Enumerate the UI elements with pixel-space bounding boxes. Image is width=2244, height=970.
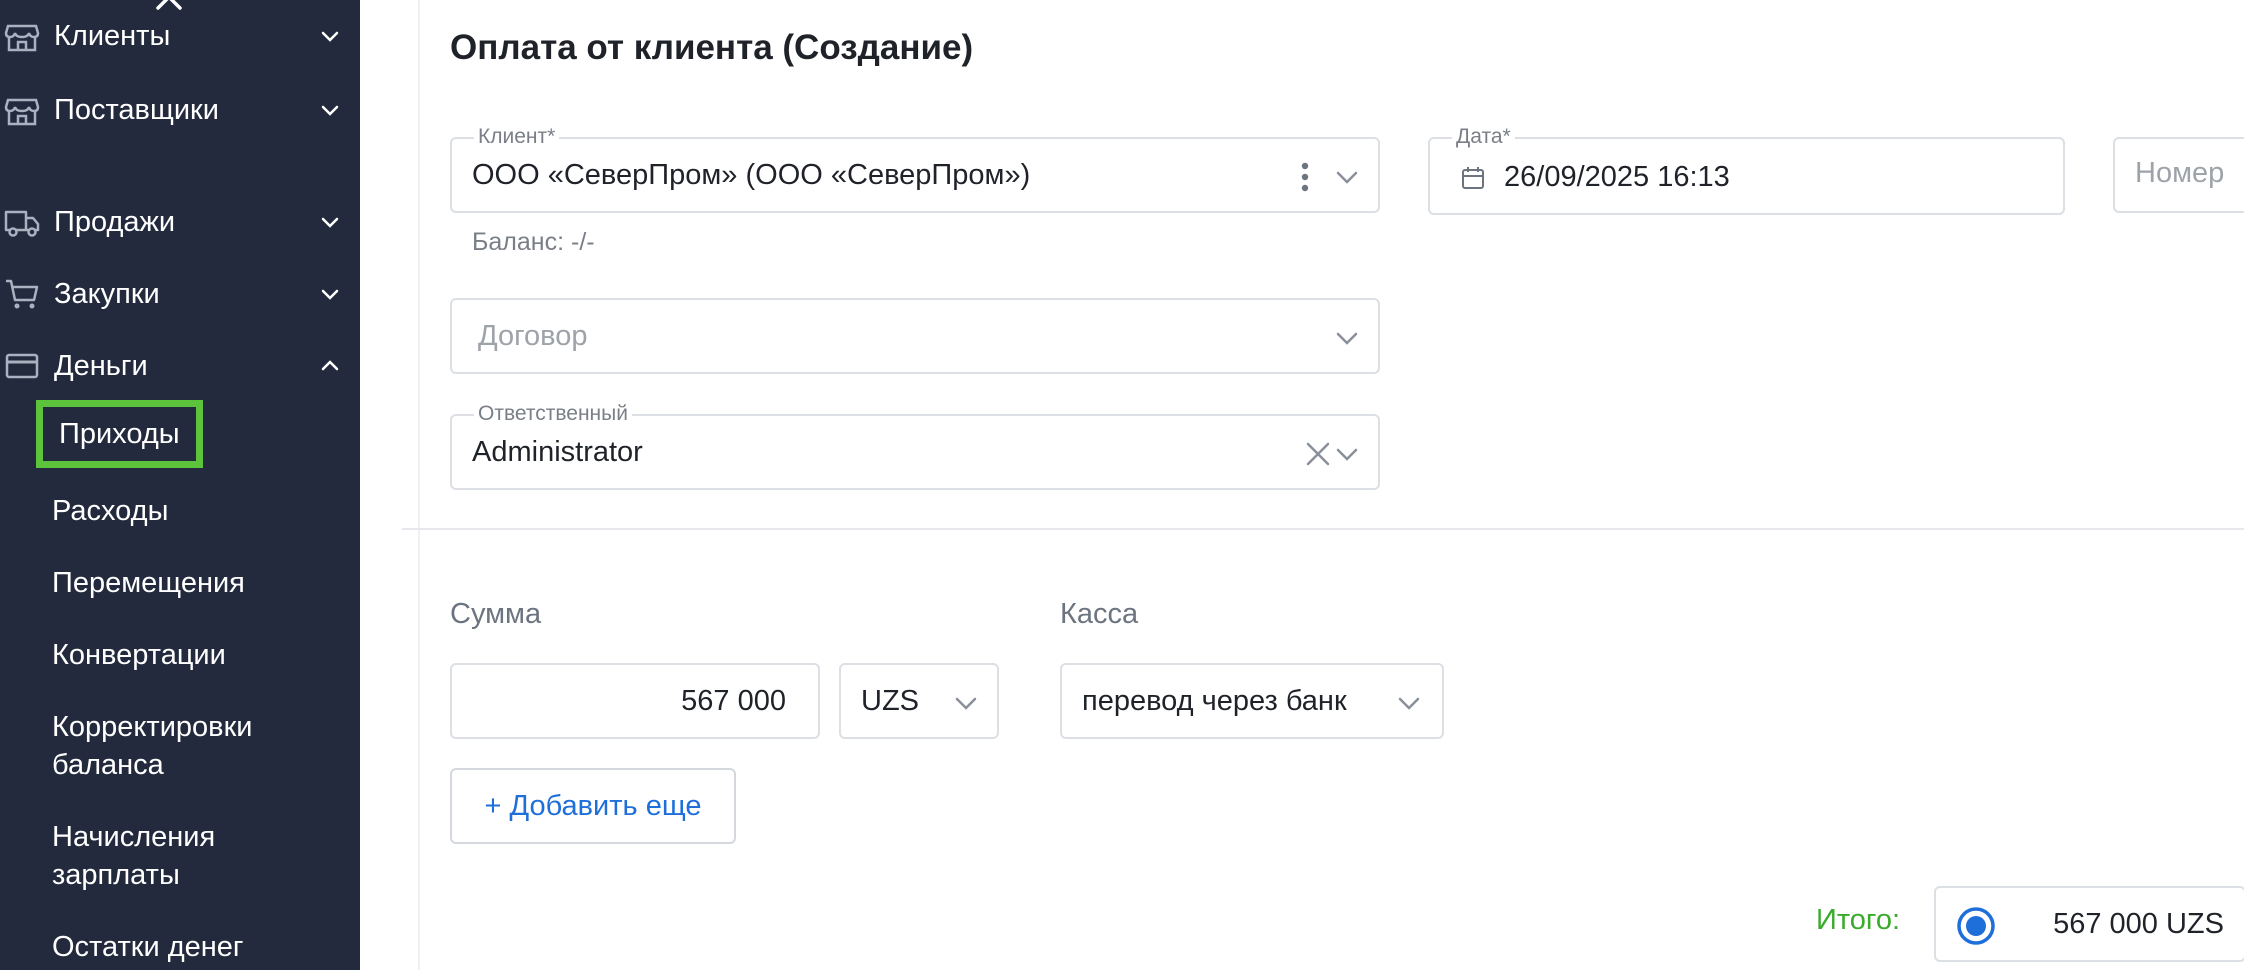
chevron-down-icon[interactable] (1334, 164, 1360, 190)
sidebar-item-sales[interactable]: Продажи (0, 194, 360, 250)
number-placeholder: Номер (2135, 157, 2225, 189)
sidebar-item-suppliers[interactable]: Поставщики (0, 82, 360, 138)
chevron-down-icon (321, 31, 339, 42)
chevron-down-icon[interactable] (1334, 441, 1360, 467)
add-more-button[interactable]: + Добавить еще (450, 768, 736, 844)
sidebar-subitem-label: Расходы (52, 495, 169, 527)
sidebar-subitem-expenses[interactable]: Расходы (52, 492, 168, 530)
sidebar: Клиенты Поставщики Продажи Закупки Деньг… (0, 0, 360, 970)
clear-icon[interactable] (1304, 440, 1332, 468)
responsible-label: Ответственный (474, 402, 632, 426)
more-vertical-icon[interactable] (1298, 161, 1312, 193)
chevron-down-icon (321, 105, 339, 116)
content-divider-vertical (418, 0, 420, 970)
contract-placeholder: Договор (478, 320, 588, 352)
page-title: Оплата от клиента (Создание) (450, 28, 974, 67)
total-box: 567 000 UZS (1934, 886, 2244, 962)
currency-select[interactable]: UZS (839, 663, 999, 739)
date-field[interactable]: Дата* 26/09/2025 16:13 (1428, 125, 2065, 215)
total-label: Итого: (1816, 904, 1901, 936)
sidebar-subitem-label: Конвертации (52, 639, 226, 671)
truck-icon (4, 210, 40, 237)
sidebar-subitem-cash-balances[interactable]: Остатки денег (52, 928, 244, 966)
sidebar-item-label: Клиенты (54, 20, 171, 52)
store-icon (4, 24, 40, 52)
client-balance: Баланс: -/- (472, 228, 595, 256)
chevron-down-icon (1398, 697, 1420, 710)
sidebar-subitem-label: Приходы (59, 418, 180, 450)
sidebar-subitem-label: Остатки денег (52, 931, 244, 963)
sidebar-item-label: Поставщики (54, 94, 219, 126)
chevron-down-icon (321, 217, 339, 228)
sidebar-subitem-label: Перемещения (52, 567, 245, 599)
sidebar-item-label: Закупки (54, 278, 160, 310)
chevron-down-icon (955, 697, 977, 710)
cash-register-select[interactable]: перевод через банк (1060, 663, 1444, 739)
section-divider (402, 528, 2244, 530)
amount-input[interactable]: 567 000 (450, 663, 820, 739)
client-select[interactable]: Клиент* ООО «СеверПром» (ООО «СеверПром»… (450, 125, 1380, 213)
responsible-value: Administrator (472, 436, 643, 468)
sidebar-item-money[interactable]: Деньги (0, 338, 360, 394)
sidebar-subitem-income[interactable]: Приходы (36, 400, 203, 468)
cart-icon (6, 279, 39, 309)
store-icon (4, 98, 40, 126)
calendar-icon (1462, 167, 1484, 189)
card-icon (5, 353, 39, 379)
number-input[interactable]: Номер (2113, 137, 2244, 213)
amount-label: Сумма (450, 598, 542, 630)
sidebar-item-purchases[interactable]: Закупки (0, 266, 360, 322)
date-value: 26/09/2025 16:13 (1504, 161, 1730, 193)
total-value: 567 000 UZS (2053, 908, 2224, 940)
client-value: ООО «СеверПром» (ООО «СеверПром») (472, 159, 1031, 191)
amount-value: 567 000 (681, 685, 786, 717)
chevron-down-icon[interactable] (1334, 325, 1360, 351)
client-label: Клиент* (474, 125, 560, 149)
responsible-select[interactable]: Ответственный Administrator (450, 402, 1380, 490)
sidebar-subitem-label: баланса (52, 749, 164, 781)
sidebar-subitem-salary-accruals[interactable]: Начисления зарплаты (52, 818, 215, 894)
chevron-up-icon (321, 360, 339, 371)
sidebar-subitem-balance-adjustments[interactable]: Корректировки баланса (52, 708, 252, 784)
sidebar-subitem-conversions[interactable]: Конвертации (52, 636, 226, 674)
contract-select[interactable]: Договор (450, 298, 1380, 374)
currency-value: UZS (861, 685, 919, 717)
sidebar-subitem-transfers[interactable]: Перемещения (52, 564, 245, 602)
sidebar-item-label: Продажи (54, 206, 176, 238)
radio-selected-icon[interactable] (1956, 906, 1996, 946)
date-label: Дата* (1452, 125, 1515, 149)
sidebar-subitem-label: Начисления (52, 821, 216, 853)
chevron-down-icon (321, 289, 339, 300)
sidebar-subitem-label: Корректировки (52, 711, 253, 743)
sidebar-item-clients[interactable]: Клиенты (0, 8, 360, 64)
cash-label: Касса (1060, 598, 1139, 630)
sidebar-subitem-label: зарплаты (52, 859, 180, 891)
cash-register-value: перевод через банк (1082, 685, 1347, 717)
sidebar-item-label: Деньги (54, 350, 148, 382)
